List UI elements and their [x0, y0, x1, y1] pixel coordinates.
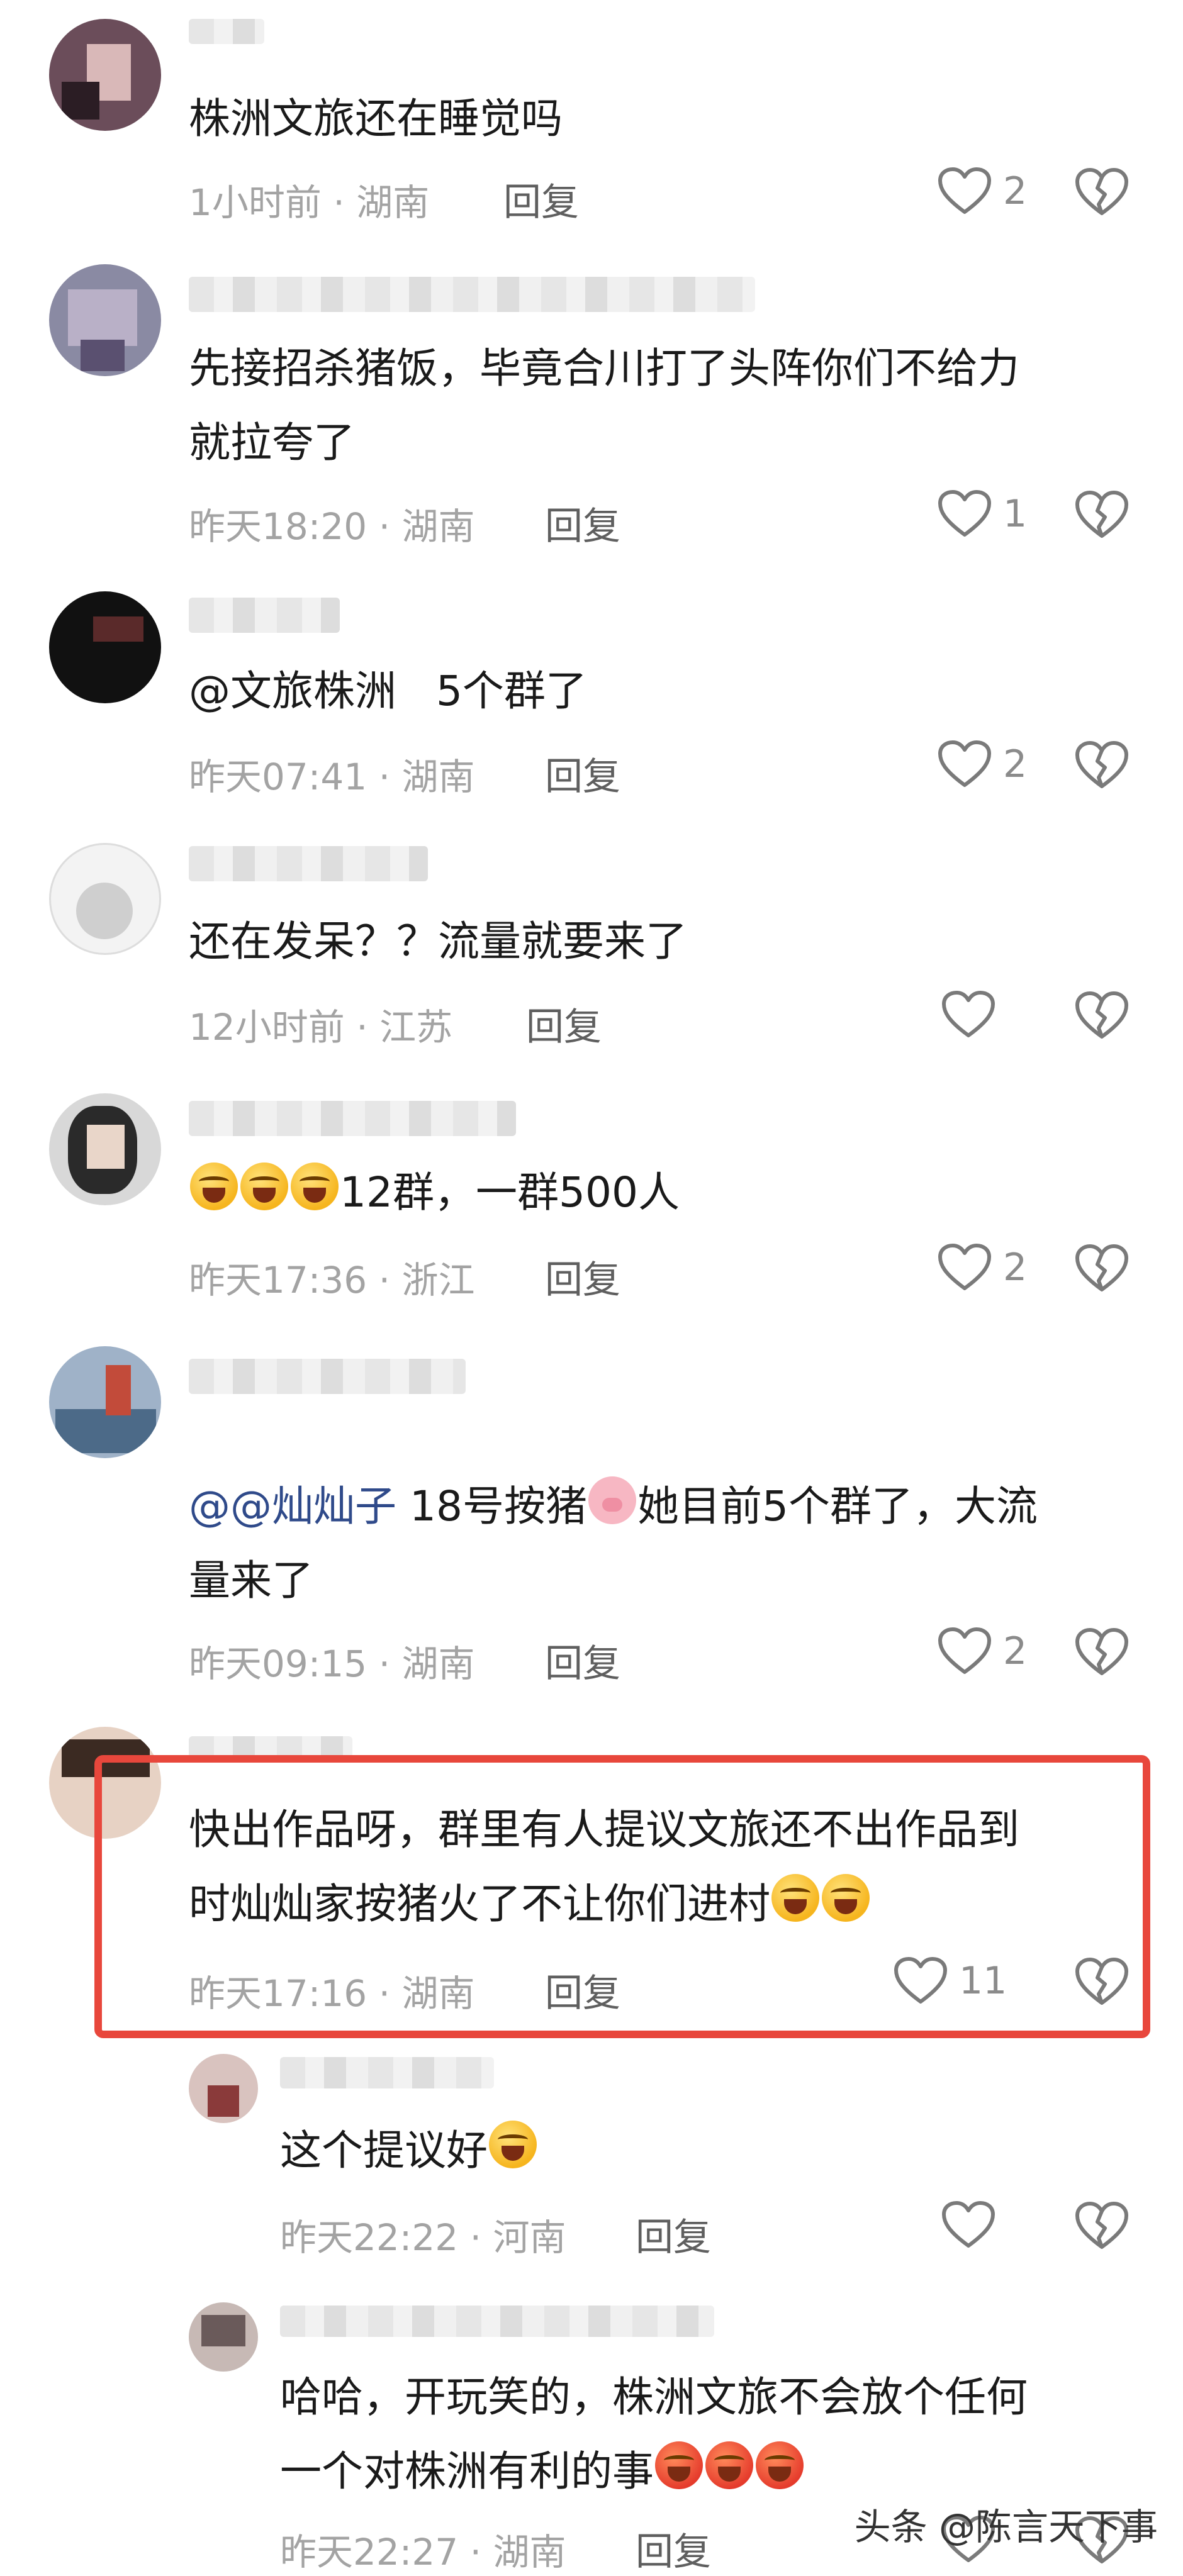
angry-face-emoji-icon [756, 2441, 804, 2489]
crying-laughing-emoji-icon [771, 1874, 819, 1922]
like-button[interactable] [941, 990, 1007, 1039]
comment-meta: 昨天07:41 · 湖南 [189, 756, 475, 798]
mention-link[interactable]: @@灿灿子 [189, 1482, 396, 1531]
dislike-button[interactable] [1075, 1243, 1129, 1296]
heart-outline-icon [938, 167, 992, 216]
avatar[interactable] [49, 19, 161, 131]
comment-meta: 1小时前 · 湖南 [189, 181, 430, 224]
comment-text: @@灿灿子 18号按猪 她目前5个群了，大流 量来了 [189, 1469, 1038, 1618]
username-blurred[interactable] [280, 2057, 494, 2088]
username-blurred[interactable] [189, 1359, 466, 1394]
username-blurred[interactable] [280, 2306, 714, 2337]
broken-heart-icon [1075, 489, 1129, 540]
avatar[interactable] [49, 843, 161, 955]
username-blurred[interactable] [189, 846, 428, 881]
comment-text: @文旅株洲 5个群了 [189, 667, 587, 715]
like-button[interactable]: 2 [938, 1243, 1027, 1292]
pig-emoji-icon [588, 1476, 636, 1524]
username-blurred[interactable] [189, 19, 264, 44]
dislike-button[interactable] [1075, 1956, 1129, 2009]
reply-button[interactable]: 回复 [545, 746, 620, 801]
reply-text: 哈哈，开玩笑的，株洲文旅不会放个任何 一个对株洲有利的事 [280, 2373, 1028, 2495]
like-count: 2 [1003, 169, 1028, 213]
avatar[interactable] [49, 1346, 161, 1458]
broken-heart-icon [1075, 1956, 1129, 2007]
reply-button[interactable]: 回复 [503, 172, 579, 226]
reply-button[interactable]: 回复 [545, 1633, 620, 1688]
like-count: 2 [1003, 1629, 1028, 1673]
angry-face-emoji-icon [655, 2441, 703, 2489]
like-button[interactable]: 2 [938, 167, 1027, 216]
username-blurred[interactable] [189, 1101, 516, 1136]
comment-text: 株洲文旅还在睡觉吗 [189, 94, 563, 143]
like-button[interactable]: 2 [938, 740, 1027, 789]
like-count: 2 [1003, 742, 1028, 786]
crying-laughing-emoji-icon [291, 1163, 339, 1210]
dislike-button[interactable] [1075, 740, 1129, 793]
reply-meta: 昨天22:22 · 河南 [280, 2216, 566, 2259]
crying-laughing-emoji-icon [489, 2121, 537, 2168]
avatar[interactable] [49, 591, 161, 703]
reply-button[interactable]: 回复 [636, 2521, 711, 2576]
heart-outline-icon [938, 740, 992, 789]
heart-outline-icon [941, 990, 995, 1039]
avatar[interactable] [189, 2054, 258, 2123]
heart-outline-icon [938, 489, 992, 538]
comment-meta: 昨天09:15 · 湖南 [189, 1642, 475, 1685]
like-button[interactable]: 1 [938, 489, 1027, 538]
avatar[interactable] [49, 1093, 161, 1205]
broken-heart-icon [1075, 990, 1129, 1040]
watermark: 头条 @陈言天下事 [854, 2506, 1158, 2548]
comment-meta: 昨天17:16 · 湖南 [189, 1972, 475, 2015]
broken-heart-icon [1075, 1627, 1129, 1677]
angry-face-emoji-icon [705, 2441, 753, 2489]
broken-heart-icon [1075, 167, 1129, 217]
dislike-button[interactable] [1075, 1627, 1129, 1680]
username-blurred[interactable] [189, 277, 755, 312]
reply-meta: 昨天22:27 · 湖南 [280, 2531, 566, 2573]
like-button[interactable] [941, 2200, 1007, 2250]
like-count: 11 [959, 1959, 1007, 2003]
crying-laughing-emoji-icon [240, 1163, 288, 1210]
comment-text: 快出作品呀，群里有人提议文旅还不出作品到 时灿灿家按猪火了不让你们进村 [189, 1805, 1019, 1928]
reply-button[interactable]: 回复 [526, 996, 602, 1051]
like-button[interactable]: 2 [938, 1627, 1027, 1676]
crying-laughing-emoji-icon [190, 1163, 238, 1210]
comment-meta: 昨天17:36 · 浙江 [189, 1259, 475, 1302]
dislike-button[interactable] [1075, 167, 1129, 220]
like-button[interactable]: 11 [894, 1956, 1007, 2005]
heart-outline-icon [894, 1956, 948, 2005]
reply-button[interactable]: 回复 [545, 1963, 620, 2017]
reply-button[interactable]: 回复 [545, 1249, 620, 1304]
heart-outline-icon [938, 1243, 992, 1292]
reply-button[interactable]: 回复 [636, 2207, 711, 2261]
reply-text: 这个提议好 [280, 2114, 538, 2188]
dislike-button[interactable] [1075, 2200, 1129, 2253]
avatar[interactable] [49, 264, 161, 376]
broken-heart-icon [1075, 740, 1129, 790]
like-count: 1 [1003, 492, 1028, 536]
like-count: 2 [1003, 1246, 1028, 1290]
broken-heart-icon [1075, 2200, 1129, 2251]
comment-text: 先接招杀猪饭，毕竟合川打了头阵你们不给力 就拉夸了 [189, 344, 1019, 467]
comment-meta: 昨天18:20 · 湖南 [189, 505, 475, 548]
crying-laughing-emoji-icon [822, 1874, 870, 1922]
comment-text: 12群，一群500人 [189, 1156, 680, 1230]
reply-button[interactable]: 回复 [545, 496, 620, 550]
heart-outline-icon [941, 2200, 995, 2250]
broken-heart-icon [1075, 1243, 1129, 1293]
comment-meta: 12小时前 · 江苏 [189, 1006, 453, 1049]
username-blurred[interactable] [189, 598, 340, 633]
heart-outline-icon [938, 1627, 992, 1676]
comment-text: 还在发呆？？流量就要来了 [189, 917, 687, 966]
dislike-button[interactable] [1075, 489, 1129, 542]
dislike-button[interactable] [1075, 990, 1129, 1043]
avatar[interactable] [189, 2302, 258, 2372]
